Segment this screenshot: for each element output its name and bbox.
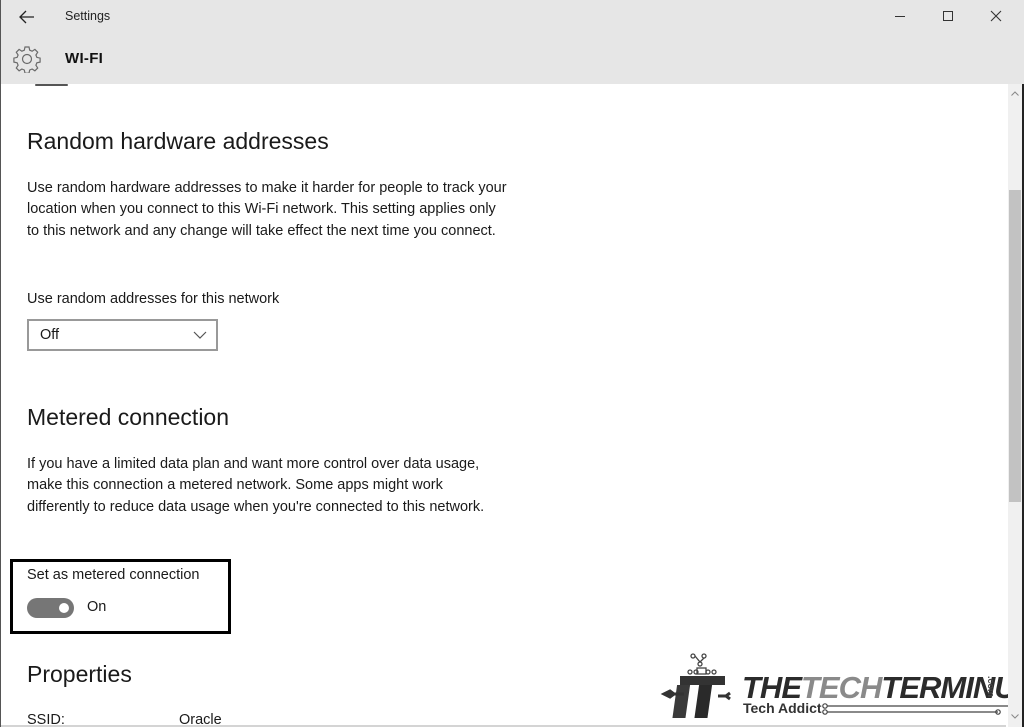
minimize-icon [895, 16, 905, 17]
random-addresses-dropdown[interactable]: Off [27, 319, 218, 351]
brand-part-terminus: TERMINUS [881, 670, 1024, 705]
toggle-state-label: On [87, 599, 107, 615]
chevron-up-icon [1011, 90, 1019, 96]
chevron-down-icon [193, 331, 207, 339]
dropdown-value: Off [40, 327, 60, 343]
scrollbar-thumb[interactable] [1009, 190, 1021, 502]
random-hw-description: Use random hardware addresses to make it… [27, 180, 507, 239]
minimize-button[interactable] [877, 0, 923, 32]
metered-heading: Metered connection [27, 404, 230, 430]
metered-description: If you have a limited data plan and want… [27, 456, 485, 515]
arrow-left-icon [19, 10, 34, 24]
settings-window: Settings WI-FI Random hardware addresses… [0, 0, 1024, 727]
metered-connection-toggle[interactable] [27, 598, 74, 618]
watermark-logo: THETECHTERMINUS .com Tech Addict [660, 650, 1024, 722]
page-title: WI-FI [65, 50, 104, 67]
scroll-up-button[interactable] [1008, 86, 1022, 100]
scroll-down-button[interactable] [1008, 709, 1022, 723]
toggle-knob [59, 603, 69, 613]
title-bar: Settings WI-FI [0, 0, 1024, 84]
maximize-button[interactable] [925, 0, 971, 32]
metered-toggle-label: Set as metered connection [27, 567, 200, 583]
circuit-line-decoration [822, 703, 1024, 715]
brand-tagline: Tech Addict [743, 700, 822, 716]
random-hw-heading: Random hardware addresses [27, 128, 329, 154]
vertical-scrollbar[interactable] [1008, 84, 1022, 727]
window-left-border [0, 0, 1, 727]
chevron-down-icon [1011, 713, 1019, 719]
maximize-icon [943, 11, 953, 21]
random-addresses-label: Use random addresses for this network [27, 291, 280, 307]
robot-logo-icon [660, 653, 731, 718]
gear-icon [13, 46, 41, 73]
settings-content: Random hardware addresses Use random har… [0, 84, 1006, 727]
close-button[interactable] [973, 0, 1019, 32]
close-icon [990, 10, 1002, 22]
app-title: Settings [65, 9, 111, 23]
scrolled-control-edge [35, 84, 68, 86]
properties-heading: Properties [27, 661, 132, 687]
back-button[interactable] [12, 4, 42, 30]
brand-domain-suffix: .com [986, 676, 996, 698]
